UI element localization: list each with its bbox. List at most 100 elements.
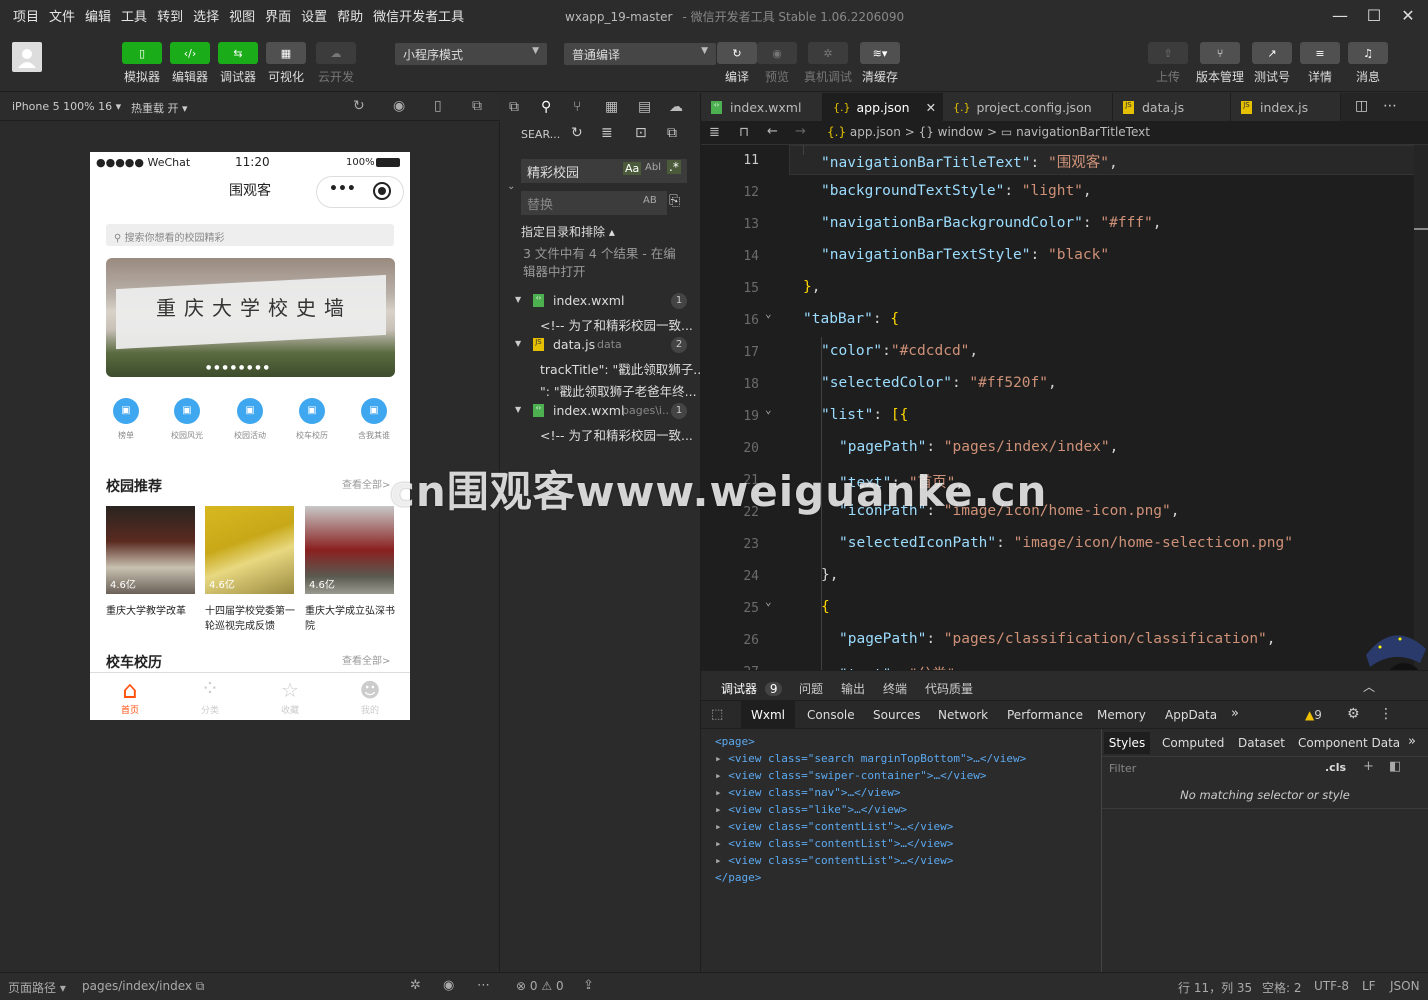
tab-problems[interactable]: 问题	[799, 680, 823, 697]
scope-toggle[interactable]: 指定目录和排除 ▴	[521, 223, 615, 240]
encoding[interactable]: UTF-8	[1314, 979, 1349, 993]
fold-icon[interactable]: ⌄	[765, 403, 772, 416]
maximize-icon[interactable]: ☐	[1364, 6, 1384, 25]
debugger-button[interactable]: ⇆ 调试器	[215, 42, 261, 85]
capsule-menu[interactable]: •••	[316, 176, 404, 208]
editor-button[interactable]: ‹/› 编辑器	[167, 42, 213, 85]
messages-button[interactable]: ♫ 消息	[1345, 42, 1391, 85]
code-line[interactable]: "navigationBarTextStyle": "black"	[821, 247, 1109, 263]
editor-scrollbar[interactable]	[1414, 145, 1428, 670]
card-title[interactable]: 重庆大学成立弘深书院	[305, 604, 397, 634]
more-actions-icon[interactable]: ⋯	[1383, 98, 1397, 114]
tab-index-wxml[interactable]: ‹› index.wxml	[701, 93, 823, 121]
code-line[interactable]: "pagePath": "pages/index/index",	[839, 439, 1118, 455]
close-tab-icon[interactable]: ✕	[926, 100, 936, 115]
style-tab-computed[interactable]: Computed	[1162, 736, 1224, 750]
tab-favorite[interactable]: ☆ 收藏	[270, 677, 310, 716]
tab-output[interactable]: 输出	[841, 680, 865, 697]
cloud-button[interactable]: ☁ 云开发	[313, 42, 359, 85]
code-line[interactable]: },	[821, 567, 838, 583]
result-line[interactable]: ": "戳此领取狮子老爸年终...	[515, 381, 701, 403]
wxml-node[interactable]: ▸ <view class="contentList">…</view>	[715, 835, 1095, 852]
back-icon[interactable]: ←	[767, 124, 778, 139]
devtab-network[interactable]: Network	[938, 708, 988, 722]
inspect-icon[interactable]: ⬚	[711, 707, 723, 722]
docker-icon[interactable]: ☁	[669, 99, 683, 115]
menu-file[interactable]: 文件	[44, 6, 80, 25]
code-line[interactable]: "backgroundTextStyle": "light",	[821, 183, 1092, 199]
test-account-button[interactable]: ↗ 测试号	[1249, 42, 1295, 85]
replace-all-icon[interactable]: ⎘	[669, 193, 680, 209]
chevron-up-icon[interactable]: ︿	[1363, 678, 1375, 695]
page-path[interactable]: pages/index/index ⧉	[82, 979, 204, 994]
code-editor[interactable]: 11 "navigationBarTitleText": "围观客", 12 "bac…	[701, 145, 1428, 670]
cls-toggle[interactable]: .cls	[1325, 761, 1346, 774]
git-icon[interactable]: ⑂	[573, 99, 581, 115]
match-case-icon[interactable]: Aa	[623, 162, 642, 175]
devtab-sources[interactable]: Sources	[873, 708, 920, 722]
search-input[interactable]: 精彩校园 Aa Abl .*	[521, 159, 687, 183]
minimize-icon[interactable]: —	[1330, 6, 1350, 25]
menu-view[interactable]: 视图	[224, 6, 260, 25]
phone-outline-icon[interactable]: ▯	[434, 98, 442, 114]
card-title[interactable]: 重庆大学教学改革	[106, 604, 195, 619]
wxml-node[interactable]: <page>	[715, 733, 1095, 750]
avatar[interactable]	[12, 42, 42, 72]
rotate-icon[interactable]: ↻	[353, 98, 365, 114]
tab-debugger[interactable]: 调试器 9	[721, 680, 783, 697]
wxml-node[interactable]: ▸ <view class="nav">…</view>	[715, 784, 1095, 801]
devtab-memory[interactable]: Memory	[1097, 708, 1146, 722]
more-link-recommend[interactable]: 查看全部>	[342, 476, 390, 491]
style-tab-dataset[interactable]: Dataset	[1238, 736, 1285, 750]
expand-arrow-icon[interactable]: ▸	[715, 820, 728, 833]
eye-icon[interactable]: ◉	[443, 978, 454, 993]
fold-icon[interactable]: ⌄	[765, 595, 772, 608]
card-image[interactable]: 4.6亿	[205, 506, 294, 594]
chevron-down-icon[interactable]: ⌄	[507, 181, 515, 192]
nav-item-scenery[interactable]: ▣ 校园风光	[167, 398, 207, 441]
tab-terminal[interactable]: 终端	[883, 680, 907, 697]
search-input[interactable]: ⚲ 搜索你想看的校园精彩	[106, 224, 394, 246]
wxml-node[interactable]: ▸ <view class="swiper-container">…</view…	[715, 767, 1095, 784]
match-word-icon[interactable]: Abl	[645, 162, 661, 173]
new-search-editor-icon[interactable]: ⊡	[635, 125, 647, 141]
code-line[interactable]: "navigationBarBackgroundColor": "#fff",	[821, 215, 1162, 231]
code-line[interactable]: },	[803, 279, 820, 295]
code-line[interactable]: "color":"#cdcdcd",	[821, 343, 978, 359]
toggle-sidebar-icon[interactable]: ◧	[1389, 759, 1401, 774]
line-ending[interactable]: LF	[1362, 979, 1376, 993]
extensions-icon[interactable]: ▦	[605, 99, 618, 115]
bookmark-icon[interactable]: ⊓	[739, 125, 749, 140]
result-file[interactable]: ▼ ‹› index.wxml pages\i... 1	[515, 403, 701, 425]
style-tab-component-data[interactable]: Component Data	[1298, 736, 1400, 750]
list-icon[interactable]: ≣	[709, 125, 720, 140]
tab-category[interactable]: ⁘ 分类	[190, 677, 230, 716]
more-tabs-icon[interactable]: »	[1231, 706, 1239, 721]
wxml-node[interactable]: </page>	[715, 869, 1095, 886]
more-icon[interactable]: •••	[329, 181, 356, 197]
expand-arrow-icon[interactable]: ▸	[715, 837, 728, 850]
visual-button[interactable]: ▦ 可视化	[263, 42, 309, 85]
page-path-select[interactable]: 页面路径 ▾	[8, 979, 66, 996]
share-icon[interactable]: ⇪	[583, 978, 594, 993]
devtab-appdata[interactable]: AppData	[1165, 708, 1217, 722]
upload-button[interactable]: ⇧ 上传	[1145, 42, 1191, 85]
result-line[interactable]: <!-- 为了和精彩校园一致...	[515, 425, 701, 447]
expand-arrow-icon[interactable]: ▸	[715, 786, 728, 799]
close-circle-icon[interactable]	[373, 182, 391, 200]
language-mode[interactable]: JSON	[1390, 979, 1420, 993]
menu-help[interactable]: 帮助	[332, 6, 368, 25]
menu-settings[interactable]: 设置	[296, 6, 332, 25]
mode-select[interactable]: 小程序模式 ▼	[395, 43, 547, 65]
code-line[interactable]: "selectedIconPath": "image/icon/home-sel…	[839, 535, 1293, 551]
warning-counter[interactable]: ▲9	[1305, 708, 1322, 722]
menu-tools[interactable]: 工具	[116, 6, 152, 25]
tab-app-json[interactable]: {.} app.json ✕	[823, 93, 943, 121]
tab-data-js[interactable]: JS data.js	[1113, 93, 1231, 121]
code-line[interactable]: "text": "分类",	[839, 663, 964, 670]
indentation[interactable]: 空格: 2	[1262, 979, 1302, 996]
nav-item-activity[interactable]: ▣ 校园活动	[230, 398, 270, 441]
menu-select[interactable]: 选择	[188, 6, 224, 25]
expand-arrow-icon[interactable]: ▸	[715, 769, 728, 782]
cursor-position[interactable]: 行 11，列 35	[1178, 979, 1252, 996]
